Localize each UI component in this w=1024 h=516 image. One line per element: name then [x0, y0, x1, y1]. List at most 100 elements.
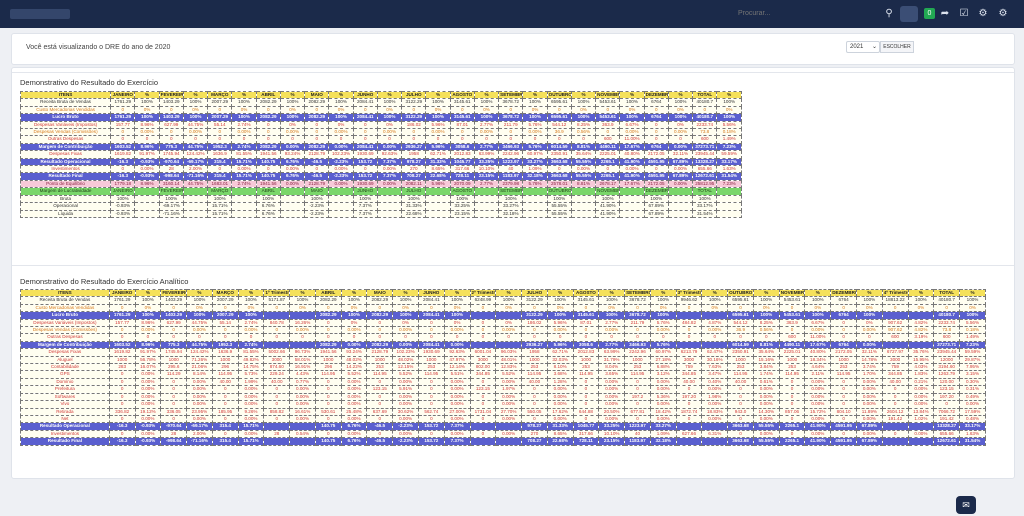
- table-cell: [263, 422, 291, 431]
- table-cell: 0%: [907, 303, 935, 313]
- table-cell: 0: [314, 326, 342, 335]
- table-cell: 40180.7: [933, 296, 961, 305]
- table-cell: [469, 340, 497, 350]
- row-label: Resultado Operacional: [19, 157, 112, 167]
- table-cell: 100%: [134, 311, 162, 320]
- table-cell: 32.18%: [522, 172, 548, 181]
- table-cell: 2007.29: [211, 296, 239, 305]
- table-cell: 2082.29: [304, 113, 330, 122]
- row-label: Prefeitura: [20, 385, 110, 394]
- table-cell: 0.00%: [186, 414, 213, 424]
- table-cell: TOTAL: [933, 288, 961, 298]
- table-cell: 67.89%: [667, 157, 694, 167]
- table-cell: 33.25%: [473, 157, 500, 167]
- table-cell: 0.31%: [959, 385, 986, 394]
- table-cell: -71.16%: [182, 172, 209, 181]
- table-cell: 0: [255, 135, 281, 144]
- chat-icon[interactable]: ✉: [956, 496, 976, 514]
- brand-logo: [10, 9, 70, 19]
- table-cell: 55.55%: [570, 157, 597, 167]
- table-cell: [495, 422, 523, 431]
- table-cell: 8.04%: [598, 363, 626, 372]
- search-input[interactable]: [738, 10, 858, 17]
- row-label: Despesas Fixas: [20, 348, 110, 357]
- table-cell: 253: [778, 363, 806, 372]
- table-cell: 0.00%: [134, 400, 162, 409]
- table-cell: 3.68%: [546, 370, 574, 379]
- table-cell: 32.18%: [498, 209, 524, 218]
- table-cell: JANEIRO: [110, 90, 136, 100]
- table-cell: %: [279, 90, 306, 100]
- table-cell: 0.00%: [392, 400, 419, 409]
- table-cell: 3145.61: [449, 113, 475, 122]
- checklist-icon[interactable]: ☑: [957, 7, 971, 21]
- table-cell: 0: [881, 400, 909, 409]
- table-cell: 1000: [624, 355, 651, 365]
- choose-button[interactable]: ESCOLHER: [880, 41, 914, 53]
- table-cell: 8.25%: [752, 318, 780, 328]
- table-cell: 0.00%: [186, 392, 213, 402]
- table-cell: 2082.29: [304, 98, 330, 107]
- table-cell: 6.76%: [255, 209, 281, 218]
- row-label: Investimentos: [19, 165, 112, 174]
- table-row: GPS 0 0.00% 114.29 8.14% 114.95 5.73% 229.24 4.4…: [20, 370, 986, 379]
- table-cell: 19.12%: [134, 407, 162, 416]
- table-cell: 0: [314, 333, 342, 342]
- table-cell: 0: [352, 165, 378, 174]
- bell-icon[interactable]: ⚙: [996, 7, 1010, 21]
- table-cell: 40180.7: [692, 98, 718, 107]
- table-cell: 3663.68: [546, 157, 572, 167]
- table-cell: 0: [521, 400, 548, 409]
- table-cell: 0: [366, 318, 394, 328]
- table-cell: 5.52%: [340, 370, 368, 379]
- row-label: Margem de Contribuição: [20, 340, 110, 350]
- table-cell: 7.37%: [443, 437, 471, 446]
- table-cell: 0.00%: [443, 385, 471, 394]
- year-select[interactable]: 2021 ⌄: [846, 41, 880, 53]
- table-cell: -46.5: [304, 157, 330, 167]
- table-cell: [425, 194, 451, 204]
- table-cell: 12672.61: [933, 437, 961, 446]
- row-label: Vivo: [20, 400, 110, 409]
- table-cell: 6014.59: [546, 142, 572, 152]
- table-cell: 344.85: [675, 370, 703, 379]
- table-cell: [279, 209, 306, 218]
- table-cell: [263, 340, 291, 350]
- table-cell: 2084.41: [352, 113, 378, 122]
- table-cell: 0: [881, 303, 909, 313]
- table-cell: 0: [449, 135, 475, 144]
- table-cell: 0.00%: [392, 392, 419, 402]
- table-cell: 197.20: [675, 392, 703, 402]
- table-cell: 0%: [546, 303, 574, 313]
- table-cell: 3145.61: [572, 296, 600, 305]
- share-icon[interactable]: ➦: [938, 7, 952, 21]
- table-cell: 157.77: [110, 120, 136, 130]
- search-icon[interactable]: ⚲: [882, 7, 896, 21]
- table-cell: %: [443, 288, 471, 298]
- table-cell: 100%: [425, 113, 451, 122]
- table-cell: 211.79: [498, 120, 524, 130]
- table-cell: [469, 311, 497, 320]
- table-cell: 3000: [675, 355, 703, 365]
- table-cell: 0: [624, 326, 651, 335]
- table-cell: 0: [778, 400, 806, 409]
- table-cell: 0: [304, 135, 330, 144]
- table-cell: 0.00%: [134, 128, 160, 137]
- table-cell: 484.82: [675, 318, 703, 328]
- table-cell: 114.95: [778, 370, 806, 379]
- table-cell: [231, 202, 257, 211]
- table-cell: 3.47%: [701, 370, 729, 379]
- table-cell: -2.23%: [392, 437, 419, 446]
- avatar[interactable]: [900, 6, 918, 22]
- gear-icon[interactable]: ⚙: [976, 7, 990, 21]
- table-cell: 6764: [643, 113, 669, 122]
- table-cell: 0: [595, 105, 621, 115]
- table-cell: 28: [158, 165, 184, 174]
- table-cell: -71.16%: [186, 437, 213, 446]
- notification-badge[interactable]: 0: [924, 8, 935, 19]
- table-cell: 16.61%: [289, 407, 316, 416]
- row-label: ITENS: [20, 288, 110, 298]
- table-cell: 4591.95: [830, 422, 857, 431]
- table-cell: 5.73%: [237, 370, 265, 379]
- search-box[interactable]: [738, 6, 888, 22]
